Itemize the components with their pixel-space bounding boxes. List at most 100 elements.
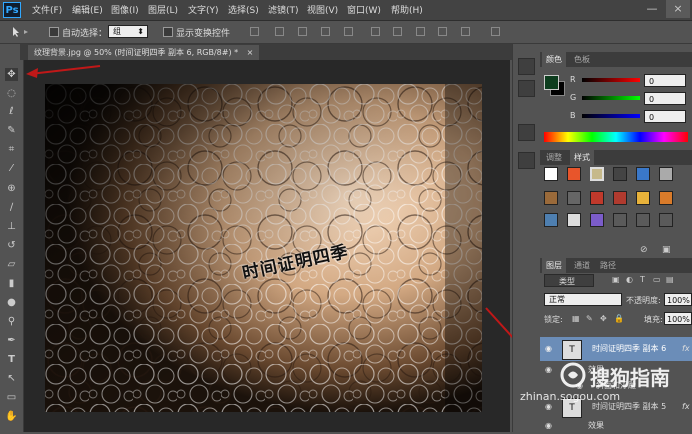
blue-slider[interactable]	[582, 114, 640, 118]
auto-select-target-dropdown[interactable]: 组 ⬍	[108, 25, 148, 38]
move-tool-icon[interactable]: ✥	[5, 68, 18, 81]
crop-tool-icon[interactable]: ⌗	[5, 143, 18, 156]
tab-layers[interactable]: 图层	[542, 258, 566, 273]
properties-panel-icon[interactable]	[518, 152, 535, 169]
menu-layer[interactable]: 图层(L)	[148, 3, 178, 16]
style-swatch[interactable]	[659, 167, 673, 181]
filter-smart-icon[interactable]: ▤	[666, 275, 674, 284]
history-brush-tool-icon[interactable]: ↺	[5, 239, 18, 252]
eyedropper-tool-icon[interactable]: ⁄	[5, 162, 18, 175]
blend-mode-dropdown[interactable]: 正常	[544, 293, 622, 306]
style-swatch[interactable]	[590, 191, 604, 205]
layer-effects-row[interactable]: ◉ 效果	[540, 362, 692, 378]
gradient-tool-icon[interactable]: ▮	[5, 277, 18, 290]
layer-fx-icon[interactable]: fx	[682, 396, 690, 418]
style-swatch[interactable]	[613, 191, 627, 205]
move-tool-icon[interactable]	[10, 26, 32, 38]
align-top-icon[interactable]	[250, 27, 259, 36]
menu-filter[interactable]: 滤镜(T)	[268, 3, 299, 16]
visibility-eye-icon[interactable]: ◉	[545, 337, 552, 361]
new-style-icon[interactable]: ▣	[662, 245, 671, 255]
hand-tool-icon[interactable]: ✋	[5, 410, 18, 423]
pen-tool-icon[interactable]: ✒	[5, 334, 18, 347]
fill-input[interactable]: 100%	[664, 312, 692, 325]
auto-select-checkbox[interactable]	[49, 27, 59, 37]
menu-help[interactable]: 帮助(H)	[391, 3, 423, 16]
opacity-input[interactable]: 100%	[664, 293, 692, 306]
close-tab-icon[interactable]: ×	[247, 48, 254, 57]
lock-position-icon[interactable]: ✥	[600, 314, 607, 323]
history-panel-icon[interactable]	[518, 58, 535, 75]
distribute-hcenter-icon[interactable]	[461, 27, 470, 36]
lasso-tool-icon[interactable]: ℓ	[5, 105, 18, 118]
blur-tool-icon[interactable]: ●	[5, 296, 18, 309]
align-left-icon[interactable]	[321, 27, 330, 36]
foreground-color-swatch[interactable]	[544, 75, 559, 90]
align-hcenter-icon[interactable]	[344, 27, 353, 36]
menu-type[interactable]: 文字(Y)	[188, 3, 219, 16]
blue-value-input[interactable]: 0	[644, 110, 686, 123]
menu-select[interactable]: 选择(S)	[228, 3, 259, 16]
style-swatch[interactable]	[636, 191, 650, 205]
shape-tool-icon[interactable]: ▭	[5, 391, 18, 404]
style-swatch[interactable]	[544, 213, 558, 227]
distribute-left-icon[interactable]	[438, 27, 447, 36]
minimize-button[interactable]: —	[640, 0, 664, 18]
style-swatch[interactable]	[613, 213, 627, 227]
tab-styles[interactable]: 样式	[570, 150, 594, 165]
type-tool-icon[interactable]: T	[5, 353, 18, 366]
lock-pixels-icon[interactable]: ✎	[586, 314, 593, 323]
color-spectrum-bar[interactable]	[544, 132, 688, 142]
filter-shape-icon[interactable]: ▭	[653, 275, 661, 284]
dodge-tool-icon[interactable]: ⚲	[5, 315, 18, 328]
tab-color[interactable]: 颜色	[542, 52, 566, 67]
menu-image[interactable]: 图像(I)	[111, 3, 139, 16]
green-value-input[interactable]: 0	[644, 92, 686, 105]
tab-swatches[interactable]: 色板	[570, 52, 594, 67]
visibility-eye-icon[interactable]: ◉	[576, 378, 583, 394]
paragraph-panel-icon[interactable]	[518, 124, 535, 141]
align-vcenter-icon[interactable]	[275, 27, 284, 36]
menu-file[interactable]: 文件(F)	[32, 3, 62, 16]
auto-align-icon[interactable]	[491, 27, 500, 36]
tab-paths[interactable]: 路径	[596, 258, 620, 273]
layer-effect-bevel-row[interactable]: ◉ 斜面和浮雕	[540, 378, 692, 394]
filter-adjustment-icon[interactable]: ◐	[626, 275, 633, 284]
quick-select-tool-icon[interactable]: ✎	[5, 124, 18, 137]
tab-channels[interactable]: 通道	[570, 258, 594, 273]
lock-transparent-icon[interactable]: ▦	[572, 314, 580, 323]
distribute-top-icon[interactable]	[371, 27, 380, 36]
filter-type-icon[interactable]: T	[640, 275, 645, 284]
marquee-tool-icon[interactable]: ◌	[5, 87, 18, 100]
style-swatch[interactable]	[544, 191, 558, 205]
document-canvas[interactable]: 时间证明四季	[45, 84, 482, 412]
close-window-button[interactable]: ×	[666, 0, 690, 18]
style-swatch[interactable]	[659, 191, 673, 205]
style-swatch[interactable]	[590, 167, 604, 181]
menu-view[interactable]: 视图(V)	[307, 3, 338, 16]
layer-row-selected[interactable]: ◉ T 时间证明四季 副本 6 fx	[540, 337, 692, 361]
red-value-input[interactable]: 0	[644, 74, 686, 87]
style-swatch[interactable]	[613, 167, 627, 181]
visibility-eye-icon[interactable]: ◉	[545, 396, 552, 418]
eraser-tool-icon[interactable]: ▱	[5, 258, 18, 271]
filter-pixel-icon[interactable]: ▣	[612, 275, 620, 284]
style-swatch[interactable]	[636, 213, 650, 227]
distribute-vcenter-icon[interactable]	[393, 27, 402, 36]
style-swatch[interactable]	[590, 213, 604, 227]
clone-stamp-tool-icon[interactable]: ⊥	[5, 220, 18, 233]
menu-edit[interactable]: 编辑(E)	[72, 3, 103, 16]
character-panel-icon[interactable]	[518, 80, 535, 97]
layer-row[interactable]: ◉ T 时间证明四季 副本 5 fx	[540, 396, 692, 418]
delete-style-icon[interactable]: ⊘	[640, 245, 648, 255]
style-swatch[interactable]	[636, 167, 650, 181]
menu-window[interactable]: 窗口(W)	[347, 3, 381, 16]
style-swatch[interactable]	[659, 213, 673, 227]
healing-brush-tool-icon[interactable]: ⊕	[5, 182, 18, 195]
align-bottom-icon[interactable]	[298, 27, 307, 36]
style-swatch[interactable]	[567, 191, 581, 205]
distribute-bottom-icon[interactable]	[416, 27, 425, 36]
show-transform-checkbox[interactable]	[163, 27, 173, 37]
style-swatch[interactable]	[567, 167, 581, 181]
style-swatch[interactable]	[567, 213, 581, 227]
